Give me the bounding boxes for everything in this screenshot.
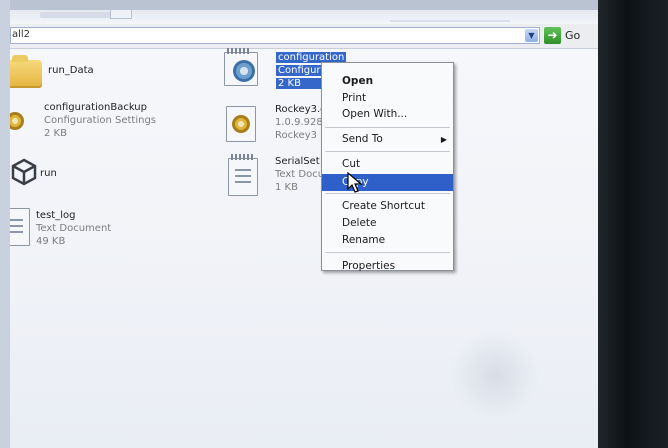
- file-item-configuration-backup[interactable]: configurationBackup Configuration Settin…: [10, 98, 210, 142]
- context-menu: Open Print Open With... Send To ▶ Cut Cop…: [321, 62, 454, 272]
- file-type: Text Document: [36, 223, 112, 234]
- menu-item-label: Send To: [342, 133, 383, 145]
- menu-item-label: Open With...: [342, 108, 408, 120]
- mouse-cursor-icon: [347, 172, 363, 193]
- menu-separator: [325, 193, 450, 194]
- menu-item-label: Open: [342, 75, 374, 87]
- menu-item-label: Print: [342, 92, 367, 104]
- file-name: run: [40, 168, 57, 179]
- submenu-arrow-icon: ▶: [440, 135, 447, 144]
- screen-glare: [450, 330, 540, 420]
- address-path: all2: [12, 29, 31, 40]
- unity-icon: [11, 158, 37, 186]
- config-settings-icon: [224, 48, 258, 86]
- explorer-window: all2 ▼ ➜ Go run_Data configurationBackup…: [10, 10, 598, 448]
- menu-item-open-with[interactable]: Open With...: [322, 106, 453, 123]
- menu-item-delete[interactable]: Delete: [322, 215, 453, 232]
- file-item-run[interactable]: run: [10, 156, 160, 192]
- text-document-icon: [228, 154, 258, 196]
- menu-item-label: Create Shortcut: [342, 200, 425, 212]
- address-input[interactable]: all2 ▼: [10, 27, 540, 44]
- menu-item-create-shortcut[interactable]: Create Shortcut: [322, 198, 453, 215]
- menu-item-label: Delete: [342, 217, 377, 229]
- menu-item-label: Cut: [342, 158, 361, 170]
- menu-item-properties[interactable]: Properties: [322, 258, 453, 275]
- notepad-spiral: [231, 154, 255, 160]
- monitor-bezel: [598, 0, 668, 448]
- file-name: SerialSet: [275, 156, 320, 167]
- gear-icon: [10, 112, 24, 130]
- config-settings-icon: [10, 108, 30, 138]
- go-label: Go: [565, 29, 581, 42]
- chevron-down-icon[interactable]: ▼: [525, 29, 538, 42]
- gear-icon: [233, 60, 255, 82]
- menu-item-rename[interactable]: Rename: [322, 232, 453, 249]
- go-button[interactable]: ➜ Go: [544, 26, 580, 45]
- menu-item-label: Properties: [342, 260, 396, 272]
- menu-item-copy[interactable]: Copy: [322, 174, 453, 191]
- file-size: 2 KB: [44, 128, 67, 139]
- menu-item-send-to[interactable]: Send To ▶: [322, 131, 453, 148]
- file-name: configurationBackup: [44, 102, 147, 113]
- file-item-test-log[interactable]: test_log Text Document 49 KB: [10, 206, 160, 250]
- toolbar-button[interactable]: [110, 10, 132, 19]
- file-size: 1 KB: [275, 182, 298, 193]
- menu-item-label: Rename: [342, 234, 386, 246]
- file-type: Configuration Settings: [44, 115, 157, 126]
- menu-separator: [325, 127, 450, 128]
- file-version: 1.0.9.928: [275, 117, 323, 128]
- dll-icon: [226, 106, 256, 142]
- menu-item-print[interactable]: Print: [322, 90, 453, 107]
- menu-item-open[interactable]: Open: [322, 73, 453, 90]
- notepad-spiral: [227, 48, 251, 54]
- go-arrow-icon: ➜: [544, 27, 561, 44]
- file-size: 49 KB: [36, 236, 66, 247]
- file-item-run-data[interactable]: run_Data: [10, 52, 160, 92]
- toolbar-divider: [390, 20, 510, 22]
- toolbar: [10, 10, 598, 24]
- file-name: run_Data: [48, 65, 94, 76]
- file-name: test_log: [36, 210, 76, 221]
- gear-icon: [232, 115, 250, 133]
- menu-separator: [325, 151, 450, 152]
- menu-item-cut[interactable]: Cut: [322, 156, 453, 173]
- file-description: Rockey3: [275, 130, 317, 141]
- text-document-icon: [10, 208, 30, 246]
- menu-separator: [325, 252, 450, 253]
- photo-frame-left: [0, 0, 10, 448]
- folder-icon: [10, 55, 42, 88]
